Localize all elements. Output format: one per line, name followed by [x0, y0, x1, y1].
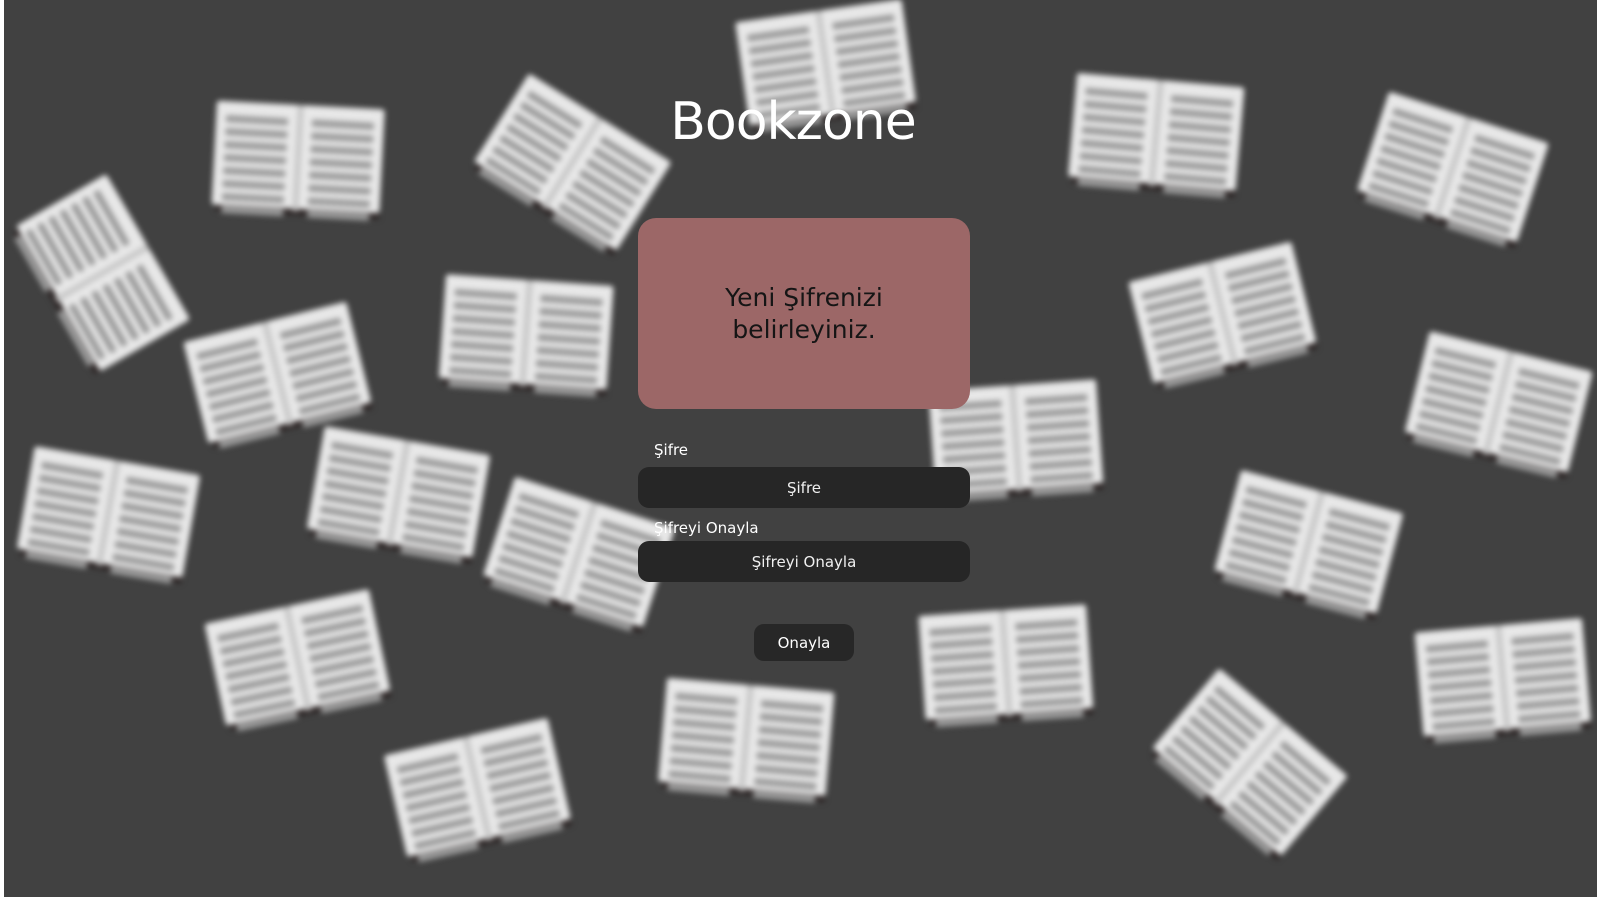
open-book-icon — [1403, 331, 1595, 479]
confirm-password-input[interactable] — [638, 541, 970, 582]
open-book-icon — [1128, 241, 1320, 389]
open-book-icon — [1414, 617, 1594, 744]
brand-title: Bookzone — [670, 92, 916, 152]
open-book-icon — [918, 604, 1095, 728]
open-book-icon — [204, 588, 393, 732]
open-book-icon — [183, 301, 375, 449]
message-card: Yeni Şifrenizi belirleyiniz. — [638, 218, 970, 409]
confirm-button[interactable]: Onayla — [754, 624, 854, 661]
password-input[interactable] — [638, 467, 970, 508]
open-book-icon — [1149, 668, 1350, 862]
confirm-password-label: Şifreyi Onayla — [654, 519, 759, 537]
open-book-icon — [438, 274, 615, 397]
message-text: Yeni Şifrenizi belirleyiniz. — [725, 282, 883, 344]
open-book-icon — [658, 677, 837, 804]
app-window: Bookzone Yeni Şifrenizi belirleyiniz. Şi… — [4, 0, 1597, 897]
open-book-icon — [306, 426, 493, 564]
password-label: Şifre — [654, 441, 689, 459]
open-book-icon — [11, 173, 191, 376]
open-book-icon — [1213, 469, 1406, 620]
open-book-icon — [16, 446, 203, 584]
open-book-icon — [383, 717, 574, 863]
